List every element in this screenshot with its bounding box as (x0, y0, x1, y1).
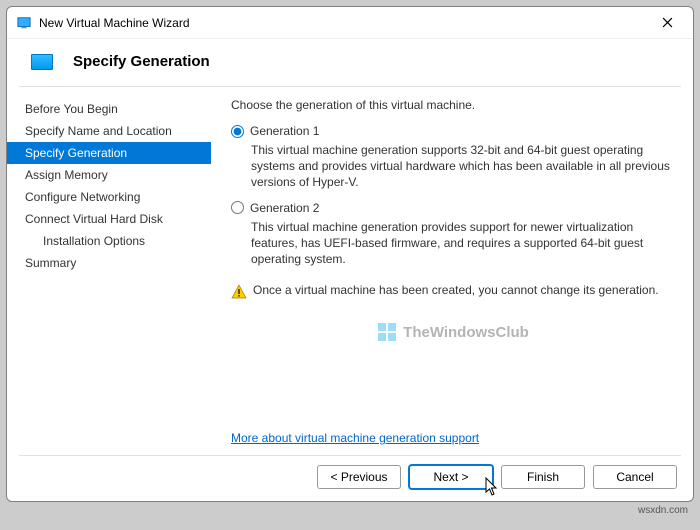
content-panel: Choose the generation of this virtual ma… (211, 86, 693, 455)
step-connect-vhd[interactable]: Connect Virtual Hard Disk (7, 208, 211, 230)
radio-input-gen2[interactable] (231, 201, 244, 214)
site-brand-watermark: TheWindowsClub (377, 322, 529, 342)
wizard-body: Before You Begin Specify Name and Locati… (7, 86, 693, 455)
wizard-dialog: New Virtual Machine Wizard Specify Gener… (6, 6, 694, 502)
warning-icon (231, 284, 247, 300)
steps-sidebar: Before You Begin Specify Name and Locati… (7, 86, 211, 455)
close-button[interactable] (645, 8, 689, 38)
step-summary[interactable]: Summary (7, 252, 211, 274)
option-generation-2: Generation 2 This virtual machine genera… (231, 201, 675, 268)
watermark-text: TheWindowsClub (403, 324, 529, 341)
option-description: This virtual machine generation supports… (251, 142, 675, 191)
prompt-text: Choose the generation of this virtual ma… (231, 98, 675, 112)
app-icon (17, 16, 31, 30)
finish-button[interactable]: Finish (501, 465, 585, 489)
radio-generation-1[interactable]: Generation 1 (231, 124, 675, 138)
help-link[interactable]: More about virtual machine generation su… (231, 431, 675, 445)
option-description: This virtual machine generation provides… (251, 219, 675, 268)
next-button[interactable]: Next > (409, 465, 493, 489)
page-heading: Specify Generation (73, 53, 210, 70)
titlebar: New Virtual Machine Wizard (7, 7, 693, 39)
step-assign-memory[interactable]: Assign Memory (7, 164, 211, 186)
step-specify-name[interactable]: Specify Name and Location (7, 120, 211, 142)
warning-row: Once a virtual machine has been created,… (231, 283, 675, 300)
windows-icon (377, 322, 397, 342)
step-installation-options[interactable]: Installation Options (7, 230, 211, 252)
radio-input-gen1[interactable] (231, 125, 244, 138)
source-watermark: wsxdn.com (638, 505, 688, 516)
step-configure-networking[interactable]: Configure Networking (7, 186, 211, 208)
warning-text: Once a virtual machine has been created,… (253, 283, 659, 297)
step-before-you-begin[interactable]: Before You Begin (7, 98, 211, 120)
cancel-button[interactable]: Cancel (593, 465, 677, 489)
window-title: New Virtual Machine Wizard (39, 16, 645, 30)
step-specify-generation[interactable]: Specify Generation (7, 142, 211, 164)
button-bar: < Previous Next > Finish Cancel (7, 455, 693, 501)
option-generation-1: Generation 1 This virtual machine genera… (231, 124, 675, 191)
option-label: Generation 2 (250, 201, 319, 215)
monitor-icon (31, 54, 53, 70)
wizard-header: Specify Generation (7, 39, 693, 86)
option-label: Generation 1 (250, 124, 319, 138)
close-icon (662, 17, 673, 28)
previous-button[interactable]: < Previous (317, 465, 401, 489)
radio-generation-2[interactable]: Generation 2 (231, 201, 675, 215)
